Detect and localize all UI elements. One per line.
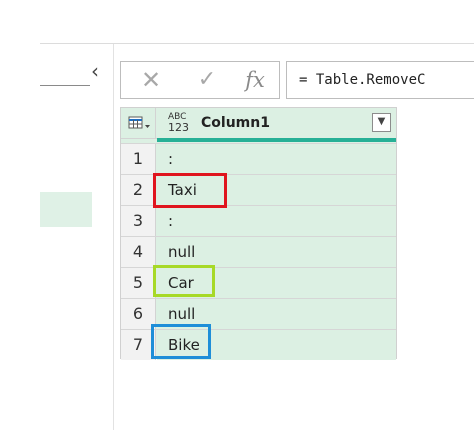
table-cell[interactable]: :	[157, 144, 396, 174]
table-cell[interactable]: Bike	[157, 330, 396, 360]
table-icon	[128, 116, 150, 129]
cancel-icon[interactable]: ✕	[133, 66, 169, 94]
table-cell[interactable]: Car	[157, 268, 396, 298]
table-cell[interactable]: Taxi	[157, 175, 396, 205]
selected-query-item[interactable]	[40, 192, 92, 227]
row-number[interactable]: 7	[121, 330, 156, 360]
table-row: 1 :	[121, 143, 396, 174]
any-type-icon[interactable]: ABC 123	[168, 112, 189, 133]
row-number[interactable]: 4	[121, 237, 156, 267]
collapse-queries-chevron-icon[interactable]: ‹	[86, 60, 104, 82]
column-header-label[interactable]: Column1	[201, 115, 270, 131]
table-cell[interactable]: null	[157, 237, 396, 267]
column-quality-bar	[157, 138, 396, 142]
table-cell[interactable]: null	[157, 299, 396, 329]
row-number[interactable]: 6	[121, 299, 156, 329]
table-row: 5 Car	[121, 267, 396, 298]
top-divider	[40, 43, 474, 44]
table-menu-button[interactable]	[121, 108, 156, 138]
table-row: 3 :	[121, 205, 396, 236]
table-row: 2 Taxi	[121, 174, 396, 205]
grid-header: ABC 123 Column1 ▼	[121, 108, 396, 139]
formula-controls: ✕ ✓ fx	[120, 61, 280, 99]
table-row: 7 Bike	[121, 329, 396, 360]
formula-bar-input[interactable]: = Table.RemoveC	[286, 61, 474, 99]
row-number[interactable]: 1	[121, 144, 156, 174]
accept-check-icon[interactable]: ✓	[189, 66, 225, 94]
row-number[interactable]: 2	[121, 175, 156, 205]
column-filter-dropdown-icon[interactable]: ▼	[372, 113, 391, 132]
row-number[interactable]: 5	[121, 268, 156, 298]
table-row: 6 null	[121, 298, 396, 329]
table-cell[interactable]: :	[157, 206, 396, 236]
data-grid: ABC 123 Column1 ▼ 1 : 2 Taxi 3 : 4 null …	[120, 107, 397, 360]
row-number[interactable]: 3	[121, 206, 156, 236]
query-name-underline	[40, 85, 90, 86]
queries-pane-divider[interactable]	[113, 44, 114, 430]
insert-function-icon[interactable]: fx	[237, 66, 273, 94]
table-row: 4 null	[121, 236, 396, 267]
